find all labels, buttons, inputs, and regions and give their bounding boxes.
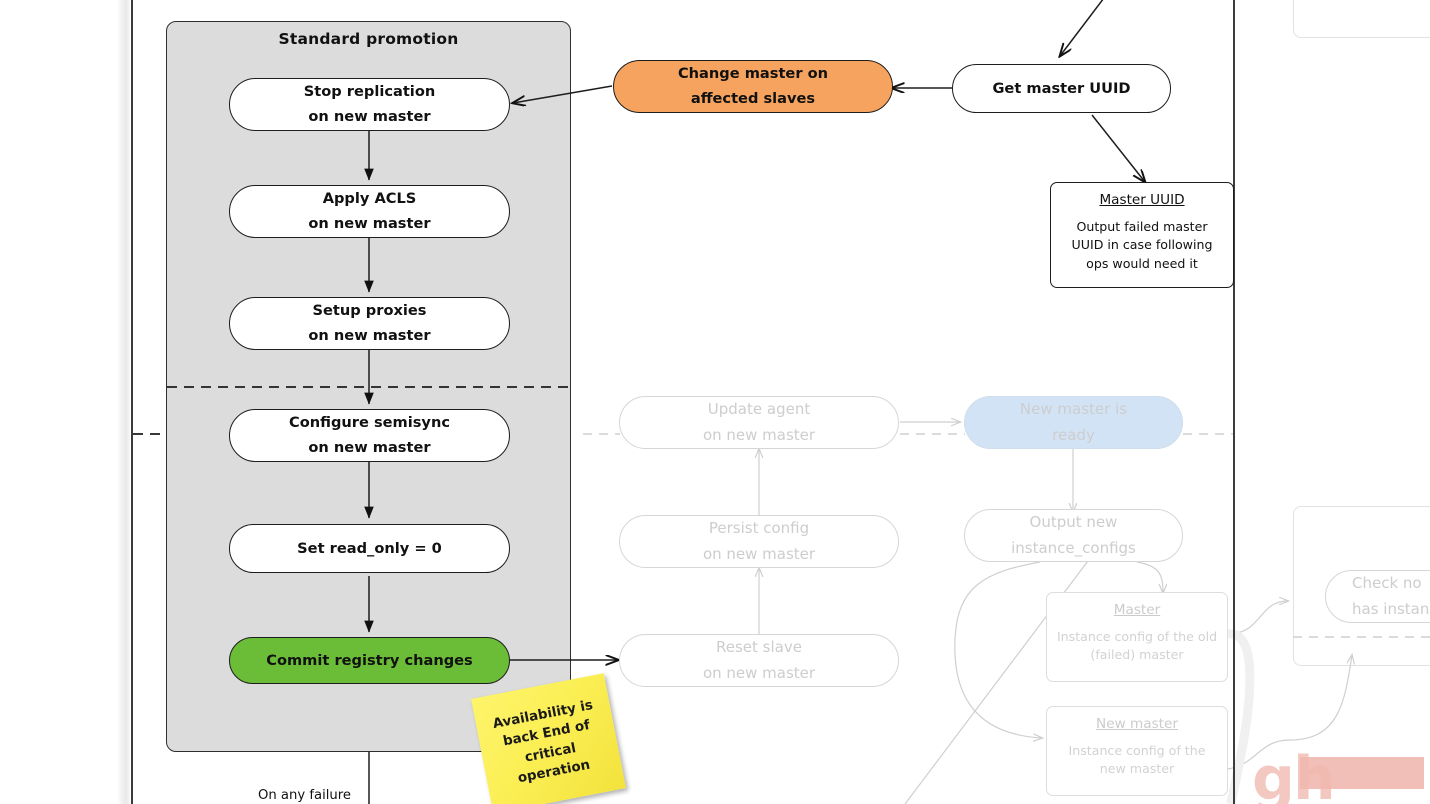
node-new-master-ready[interactable]: New master is ready <box>964 396 1183 449</box>
node-stop-replication[interactable]: Stop replication on new master <box>229 78 510 131</box>
node-new-master-ready-line2: ready <box>1052 425 1095 444</box>
node-output-new-instance-configs[interactable]: Output new instance_configs <box>964 509 1183 562</box>
node-set-read-only[interactable]: Set read_only = 0 <box>229 524 510 573</box>
node-persist-config[interactable]: Persist config on new master <box>619 515 899 568</box>
right-rail-divider <box>1233 0 1235 804</box>
left-rail-shade <box>117 0 130 804</box>
node-set-read-only-line1: Set read_only = 0 <box>297 539 442 557</box>
watermark-logo: gh <box>1252 744 1336 804</box>
node-get-master-uuid-line1: Get master UUID <box>992 79 1131 97</box>
left-rail-divider <box>131 0 133 804</box>
node-update-agent-line2: on new master <box>702 425 816 444</box>
label-on-any-failure: On any failure <box>258 788 352 803</box>
node-change-master-line1: Change master on <box>677 64 829 82</box>
node-new-master-ready-line1: New master is <box>1019 400 1128 418</box>
node-commit-registry-changes[interactable]: Commit registry changes <box>229 637 510 684</box>
node-check-node-line2: has instan <box>1352 599 1430 618</box>
notebox-master-uuid-body: Output failed master UUID in case follow… <box>1071 219 1213 271</box>
node-apply-acls-line2: on new master <box>308 214 431 232</box>
node-update-agent-line1: Update agent <box>707 400 811 418</box>
node-configure-semisync[interactable]: Configure semisync on new master <box>229 409 510 462</box>
diagram-canvas: Standard promotion Update agent on new m… <box>0 0 1430 804</box>
notebox-master-uuid-header: Master UUID <box>1099 192 1185 208</box>
notebox-master-config: Master Instance config of the old (faile… <box>1046 592 1228 682</box>
node-reset-slave-line2: on new master <box>702 663 816 682</box>
node-setup-proxies[interactable]: Setup proxies on new master <box>229 297 510 350</box>
notebox-new-master-config-header: New master <box>1096 716 1178 732</box>
node-output-configs-line2: instance_configs <box>1011 538 1136 557</box>
node-update-agent[interactable]: Update agent on new master <box>619 396 899 449</box>
standard-promotion-title: Standard promotion <box>278 30 459 48</box>
node-persist-config-line2: on new master <box>702 544 816 563</box>
node-setup-proxies-line1: Setup proxies <box>312 301 427 319</box>
notebox-master-uuid: Master UUID Output failed master UUID in… <box>1050 182 1234 288</box>
node-stop-replication-line2: on new master <box>308 107 431 125</box>
node-configure-semisync-line2: on new master <box>308 438 431 456</box>
notebox-new-master-config-body: Instance config of the new master <box>1068 743 1206 777</box>
faint-container-topright <box>1293 0 1430 38</box>
notebox-master-config-body: Instance config of the old (failed) mast… <box>1056 629 1218 663</box>
node-check-node-line1: Check no <box>1352 574 1422 592</box>
sticky-note-text: Availability is back End of critical ope… <box>491 698 595 786</box>
node-change-master-line2: affected slaves <box>690 89 816 107</box>
node-check-node-has-instance[interactable]: Check no has instan <box>1325 570 1430 623</box>
node-apply-acls[interactable]: Apply ACLS on new master <box>229 185 510 238</box>
node-output-configs-line1: Output new <box>1029 513 1118 531</box>
node-apply-acls-line1: Apply ACLS <box>322 189 417 207</box>
node-commit-registry-line1: Commit registry changes <box>266 651 473 669</box>
node-persist-config-line1: Persist config <box>708 519 810 537</box>
node-configure-semisync-line1: Configure semisync <box>289 413 450 431</box>
node-reset-slave-line1: Reset slave <box>716 638 802 656</box>
node-get-master-uuid[interactable]: Get master UUID <box>952 64 1171 113</box>
node-stop-replication-line1: Stop replication <box>303 82 436 100</box>
node-change-master-on-affected-slaves[interactable]: Change master on affected slaves <box>613 60 893 113</box>
notebox-new-master-config: New master Instance config of the new ma… <box>1046 706 1228 796</box>
node-reset-slave[interactable]: Reset slave on new master <box>619 634 899 687</box>
node-setup-proxies-line2: on new master <box>308 326 431 344</box>
notebox-master-config-header: Master <box>1113 602 1161 618</box>
